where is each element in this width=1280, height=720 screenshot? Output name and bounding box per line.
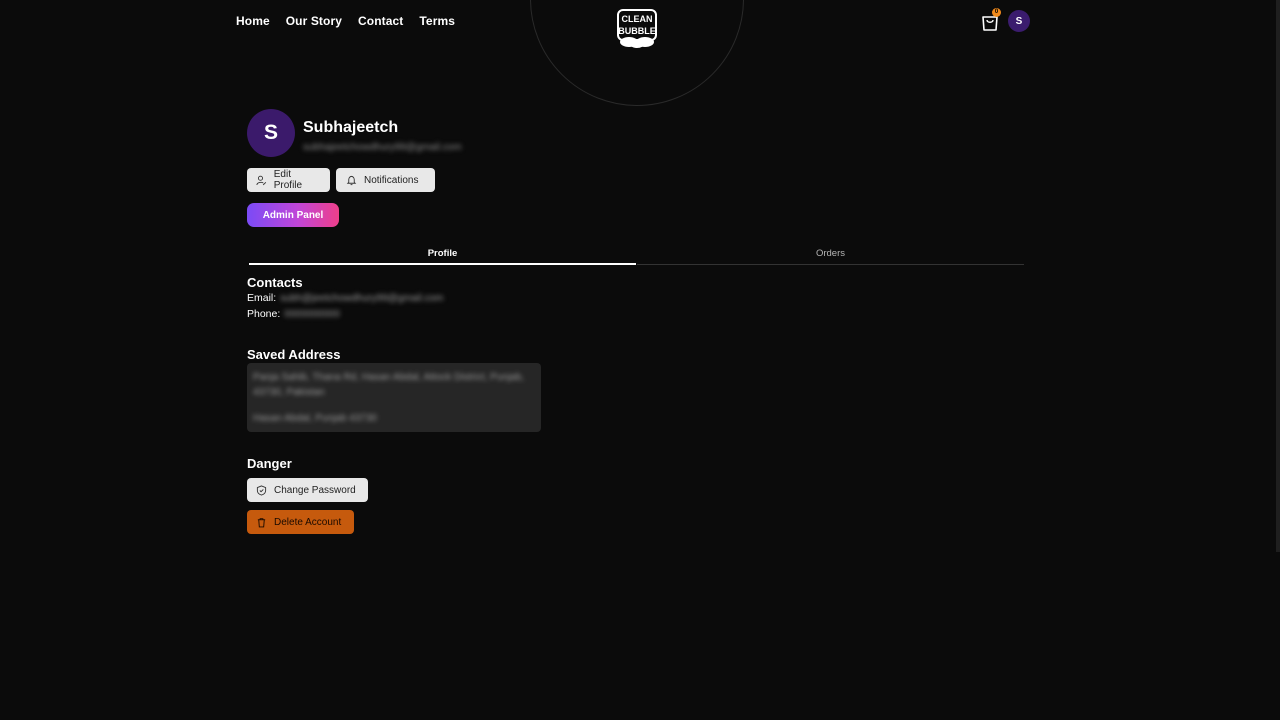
address-line-2: Hasan Abdal, Punjab 43730 [253, 413, 377, 424]
nav-contact-link[interactable]: Contact [358, 14, 403, 28]
profile-username: Subhajeetch [303, 119, 399, 136]
notifications-label: Notifications [364, 174, 419, 186]
user-edit-icon [256, 175, 267, 185]
email-label: Email: [247, 292, 277, 304]
svg-text:CLEAN: CLEAN [622, 14, 653, 24]
trash-icon [257, 517, 266, 527]
contacts-heading: Contacts [247, 275, 303, 290]
nav-terms-link[interactable]: Terms [419, 14, 455, 28]
address-line-1: Panja Sahib, Thana Rd, Hasan Abdal, Atto… [253, 372, 525, 398]
page-scrollbar[interactable] [1276, 0, 1280, 552]
bell-icon [346, 175, 357, 185]
main-nav: Home Our Story Contact Terms [236, 14, 455, 28]
change-password-button[interactable]: Change Password [247, 478, 368, 502]
tab-orders[interactable]: Orders [637, 248, 1024, 265]
delete-account-button[interactable]: Delete Account [247, 510, 354, 534]
profile-avatar: S [247, 109, 295, 157]
svg-text:BUBBLE: BUBBLE [618, 26, 656, 36]
saved-address-heading: Saved Address [247, 347, 341, 362]
tab-profile[interactable]: Profile [249, 248, 636, 265]
email-value-blurred: subh@jeetchowdhury99@gmail.com [280, 292, 444, 304]
notifications-button[interactable]: Notifications [336, 168, 435, 192]
profile-page: Home Our Story Contact Terms CLEAN BUBBL… [0, 0, 1280, 720]
user-avatar-menu[interactable]: S [1008, 10, 1030, 32]
saved-address-card[interactable]: Panja Sahib, Thana Rd, Hasan Abdal, Atto… [247, 363, 541, 432]
admin-panel-button[interactable]: Admin Panel [247, 203, 339, 227]
profile-tabs: Profile Orders [249, 248, 1024, 266]
phone-value-blurred: 0000000000 [284, 308, 340, 320]
edit-profile-button[interactable]: Edit Profile [247, 168, 330, 192]
change-password-label: Change Password [274, 484, 356, 496]
danger-heading: Danger [247, 456, 292, 471]
nav-home-link[interactable]: Home [236, 14, 270, 28]
contact-phone-row: Phone: 0000000000 [247, 308, 340, 320]
nav-our-story-link[interactable]: Our Story [286, 14, 342, 28]
contact-email-row: Email: subh@jeetchowdhury99@gmail.com [247, 292, 443, 304]
profile-email-blurred: subhajeetchowdhury99@gmail.com [303, 142, 462, 153]
brand-logo[interactable]: CLEAN BUBBLE [617, 9, 657, 48]
phone-label: Phone: [247, 308, 281, 320]
cart-count-badge: 0 [992, 8, 1001, 17]
delete-account-label: Delete Account [274, 516, 342, 528]
edit-profile-label: Edit Profile [273, 169, 303, 191]
shield-icon [256, 484, 267, 496]
